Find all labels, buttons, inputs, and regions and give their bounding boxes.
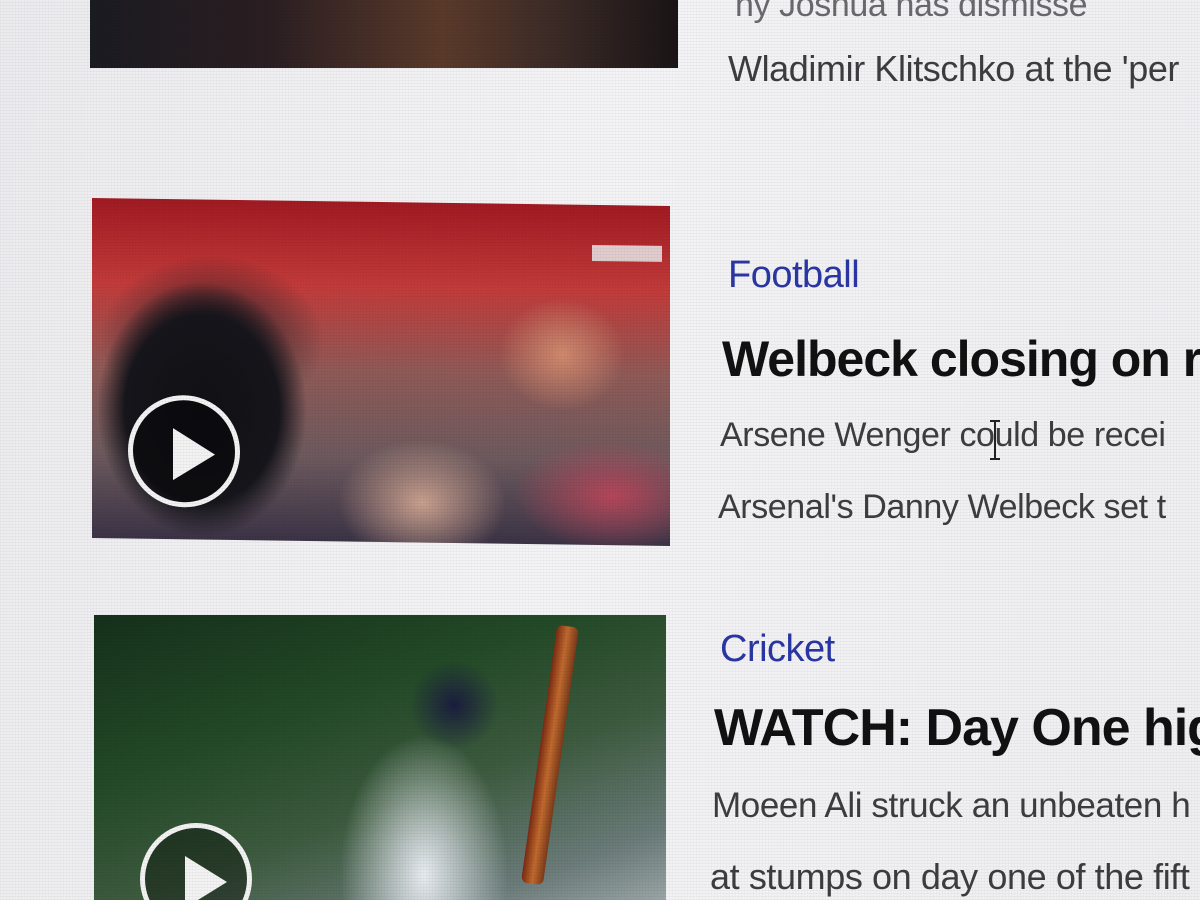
thumbnail-subject [521,624,579,886]
thumbnail-subject [92,257,362,542]
article-1-summary-line-2[interactable]: Wladimir Klitschko at the 'per [728,48,1179,90]
article-2-summary-line-2[interactable]: Arsenal's Danny Welbeck set t [718,488,1166,527]
thumbnail-badge [592,244,662,262]
article-3-thumbnail[interactable] [94,615,666,900]
article-2-summary-line-1-row[interactable]: Arsene Wenger could be recei [720,416,1166,455]
article-2-thumbnail[interactable] [92,197,670,547]
text-cursor-icon [990,420,1000,460]
play-triangle-icon [173,428,215,481]
play-circle-icon[interactable] [140,823,252,900]
article-3-category[interactable]: Cricket [720,628,835,671]
article-3-summary-line-2[interactable]: at stumps on day one of the fift [710,856,1190,898]
play-triangle-icon [185,856,227,900]
play-circle-icon[interactable] [128,394,240,509]
news-feed: ny Joshua has dismisse Wladimir Klitschk… [0,0,1200,900]
article-1-summary-line-1[interactable]: ny Joshua has dismisse [735,0,1088,25]
article-3-summary-line-1[interactable]: Moeen Ali struck an unbeaten h [712,786,1191,826]
article-3-headline[interactable]: WATCH: Day One high [714,698,1200,758]
article-2-headline[interactable]: Welbeck closing on re [722,330,1200,388]
article-2-category[interactable]: Football [728,254,860,297]
article-1-thumbnail[interactable] [90,0,678,68]
article-2-summary-line-1: Arsene Wenger could be recei [720,416,1166,454]
